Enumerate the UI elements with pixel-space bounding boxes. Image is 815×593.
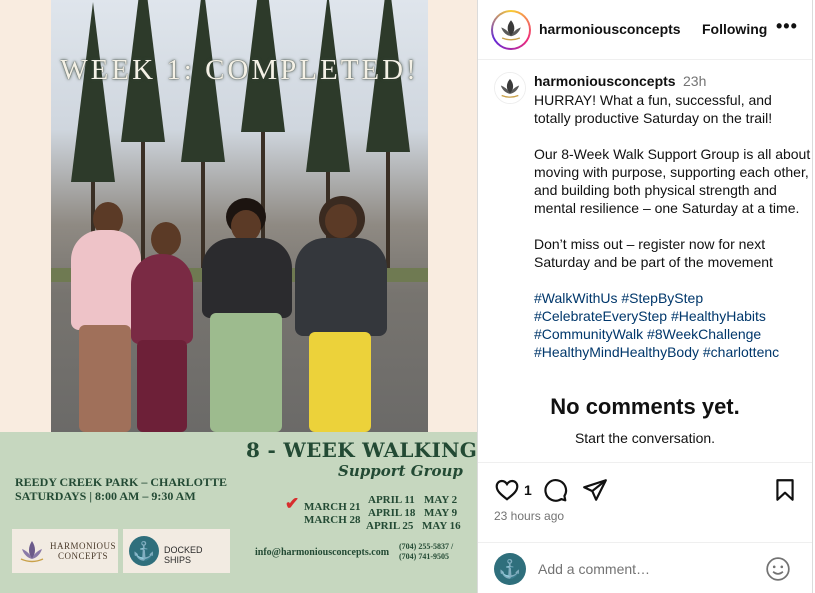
hashtag-line[interactable]: #HealthyMindHealthyBody #charlottenc xyxy=(534,343,812,361)
emoji-icon[interactable] xyxy=(765,556,791,582)
caption-timestamp[interactable]: 23h xyxy=(683,73,706,89)
flyer-subtitle: Support Group xyxy=(338,462,463,480)
more-options-icon[interactable]: ••• xyxy=(776,16,798,37)
flyer-phone-line2: (704) 741-9505 xyxy=(399,552,449,561)
logo-harmonious-line1: HARMONIOUS xyxy=(50,541,117,551)
caption-paragraph: Our 8-Week Walk Support Group is all abo… xyxy=(534,146,811,216)
flyer-phone: (704) 255-5837 / (704) 741-9505 xyxy=(399,542,453,562)
event-flyer: 8 - WEEK WALKING Support Group REEDY CRE… xyxy=(0,432,477,593)
post-header: harmoniousconcepts Following ••• xyxy=(478,0,812,60)
heart-icon[interactable] xyxy=(494,477,520,503)
flyer-phone-line1: (704) 255-5837 / xyxy=(399,542,454,551)
flyer-date: APRIL 25 xyxy=(366,520,414,532)
lotus-icon xyxy=(20,541,44,563)
no-comments-title: No comments yet. xyxy=(550,394,740,419)
flyer-date: MAY 2 xyxy=(424,494,458,506)
caption-username[interactable]: harmoniousconcepts xyxy=(534,73,676,89)
bookmark-icon[interactable] xyxy=(772,477,798,503)
flyer-date: APRIL 11 xyxy=(368,494,415,506)
caption-paragraph: HURRAY! What a fun, successful, and tota… xyxy=(534,92,773,126)
comment-input[interactable] xyxy=(538,557,758,581)
caption-avatar[interactable] xyxy=(494,72,526,104)
anchor-icon: ⚓ xyxy=(129,536,159,566)
flyer-schedule: SATURDAYS | 8:00 AM – 9:30 AM xyxy=(15,489,196,503)
lotus-icon xyxy=(495,14,527,46)
hashtag-list: #WalkWithUs #StepByStep #CelebrateEveryS… xyxy=(534,289,812,361)
header-avatar[interactable] xyxy=(491,10,531,50)
flyer-date: MAY 16 xyxy=(422,520,461,532)
post-timestamp[interactable]: 23 hours ago xyxy=(494,509,564,523)
person-yellow xyxy=(291,196,391,432)
flyer-date: APRIL 18 xyxy=(368,507,416,519)
flyer-date: MARCH 21 xyxy=(304,501,361,513)
following-button[interactable]: Following xyxy=(702,21,767,37)
checkmark-icon: ✔ xyxy=(285,494,300,513)
group-photo: WEEK 1: COMPLETED! xyxy=(51,0,428,432)
photo-overlay-text: WEEK 1: COMPLETED! xyxy=(60,54,419,86)
post-image[interactable]: WEEK 1: COMPLETED! 8 - WEEK WALKING Supp… xyxy=(0,0,477,593)
flyer-date: MARCH 28 xyxy=(304,514,361,526)
flyer-title: 8 - WEEK WALKING xyxy=(246,438,477,462)
comment-bar: ⚓ xyxy=(478,542,812,593)
person-burgundy xyxy=(131,222,197,432)
comment-icon[interactable] xyxy=(542,477,568,503)
logo-harmonious-line2: CONCEPTS xyxy=(58,551,109,561)
start-conversation-text: Start the conversation. xyxy=(574,430,716,446)
hashtag-line[interactable]: #CommunityWalk #8WeekChallenge xyxy=(534,325,812,343)
share-icon[interactable] xyxy=(582,477,608,503)
flyer-location: REEDY CREEK PARK – CHARLOTTE xyxy=(15,475,228,489)
hashtag-line[interactable]: #WalkWithUs #StepByStep xyxy=(534,289,812,307)
flyer-email: info@harmoniousconcepts.com xyxy=(255,547,390,558)
header-username[interactable]: harmoniousconcepts xyxy=(539,21,681,37)
docked-ships-logo: ⚓ DOCKED SHIPS xyxy=(123,529,230,573)
caption-text: HURRAY! What a fun, successful, and tota… xyxy=(534,91,812,361)
post-side-panel: harmoniousconcepts Following ••• harmoni… xyxy=(477,0,813,593)
lotus-icon xyxy=(495,73,525,103)
action-bar: 1 23 hours ago xyxy=(478,462,812,542)
logo-docked-text: DOCKED SHIPS xyxy=(164,545,203,565)
user-avatar: ⚓ xyxy=(494,553,526,585)
flyer-date: MAY 9 xyxy=(424,507,458,519)
person-green xyxy=(196,198,296,432)
like-count[interactable]: 1 xyxy=(524,482,532,498)
caption-paragraph: Don’t miss out – register now for next S… xyxy=(534,236,773,270)
harmonious-concepts-logo: HARMONIOUS CONCEPTS xyxy=(12,529,118,573)
hashtag-line[interactable]: #CelebrateEveryStep #HealthyHabits xyxy=(534,307,812,325)
